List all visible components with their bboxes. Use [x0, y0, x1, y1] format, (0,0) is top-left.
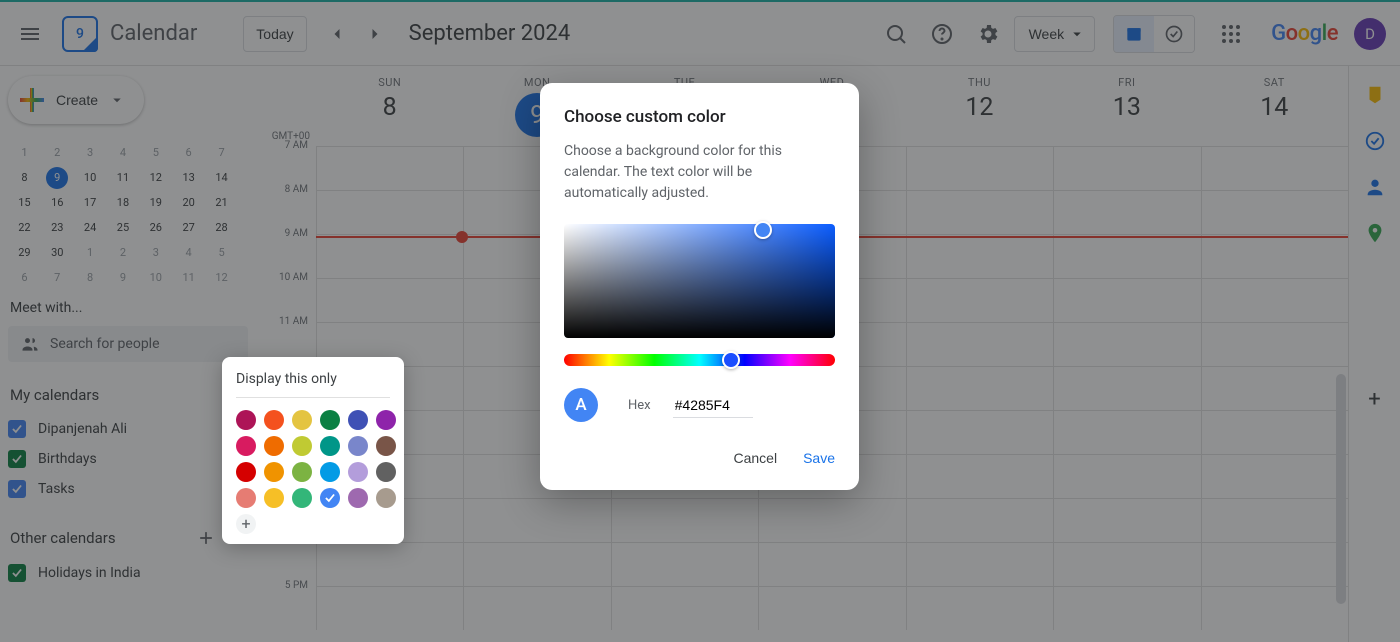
color-swatch[interactable]	[348, 410, 368, 430]
color-swatch[interactable]	[264, 436, 284, 456]
color-swatch[interactable]	[320, 410, 340, 430]
color-swatch[interactable]	[348, 488, 368, 508]
color-preview-chip: A	[564, 388, 598, 422]
hex-input[interactable]	[673, 393, 753, 418]
color-swatch[interactable]	[264, 488, 284, 508]
color-swatch[interactable]	[236, 410, 256, 430]
cancel-button[interactable]: Cancel	[733, 450, 777, 466]
sv-color-area[interactable]	[564, 224, 835, 338]
color-swatch[interactable]	[376, 488, 396, 508]
save-button[interactable]: Save	[803, 450, 835, 466]
color-swatch[interactable]	[292, 462, 312, 482]
color-swatch[interactable]	[376, 436, 396, 456]
color-swatch[interactable]	[348, 436, 368, 456]
display-only-option[interactable]: Display this only	[236, 371, 390, 398]
color-swatch[interactable]	[264, 410, 284, 430]
add-custom-color-button[interactable]: +	[236, 514, 256, 534]
color-swatch[interactable]	[292, 488, 312, 508]
color-swatch[interactable]	[348, 462, 368, 482]
color-swatch[interactable]	[292, 410, 312, 430]
color-swatch[interactable]	[236, 488, 256, 508]
color-swatch[interactable]	[376, 462, 396, 482]
color-swatch[interactable]	[236, 462, 256, 482]
color-swatch[interactable]	[236, 436, 256, 456]
color-swatch[interactable]	[320, 436, 340, 456]
color-swatch[interactable]	[320, 462, 340, 482]
hue-thumb[interactable]	[722, 351, 740, 369]
color-popover: Display this only +	[222, 357, 404, 544]
color-swatch[interactable]	[292, 436, 312, 456]
color-swatch[interactable]	[264, 462, 284, 482]
color-swatch[interactable]	[320, 488, 340, 508]
dialog-title: Choose custom color	[564, 107, 835, 127]
hex-label: Hex	[628, 398, 651, 413]
color-swatch[interactable]	[376, 410, 396, 430]
hue-slider[interactable]	[564, 354, 835, 366]
sv-thumb[interactable]	[754, 221, 772, 239]
custom-color-dialog: Choose custom color Choose a background …	[540, 83, 859, 490]
dialog-description: Choose a background color for this calen…	[564, 141, 835, 204]
